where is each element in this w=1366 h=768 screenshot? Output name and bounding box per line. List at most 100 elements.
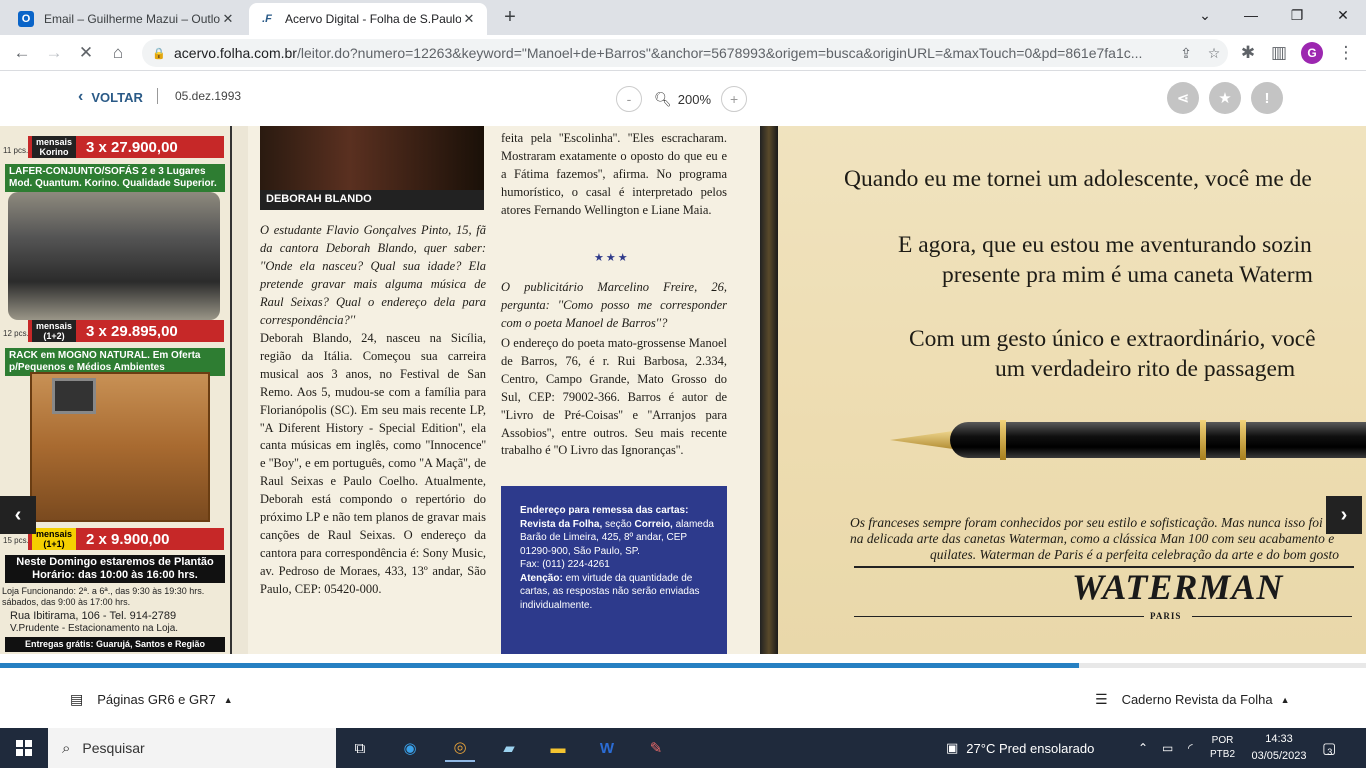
- word-icon[interactable]: W: [592, 734, 622, 762]
- favorite-star-icon[interactable]: ★: [1209, 82, 1241, 114]
- keyboard-code: PTB2: [1210, 749, 1236, 760]
- answer-text: O endereço do poeta mato-grossense Manoe…: [501, 336, 727, 458]
- zoom-level: 200%: [677, 91, 712, 107]
- windows-logo-icon: [16, 740, 32, 756]
- section-divider-stars: ★★★: [594, 252, 630, 264]
- store-address: Rua Ibitirama, 106 - Tel. 914-2789: [10, 610, 177, 622]
- edition-date: 05.dez.1993: [175, 89, 242, 103]
- browser-toolbar: ← → ✕ ⌂ 🔒 acervo.folha.com.br/leitor.do?…: [0, 35, 1366, 71]
- installments-tag: mensais (1+2): [32, 320, 76, 342]
- delivery-notice: Entregas grátis: Guarujá, Santos e Regiã…: [5, 637, 225, 652]
- ad-rule: [854, 616, 1144, 617]
- url-text[interactable]: acervo.folha.com.br/leitor.do?numero=122…: [174, 45, 1172, 61]
- ad-line: E agora, que eu estou me aventurando soz…: [898, 232, 1312, 258]
- box-text: Atenção:: [520, 572, 563, 584]
- tab-title: Email – Guilherme Mazui – Outlo: [44, 12, 220, 26]
- share-icon[interactable]: ⇪: [1172, 45, 1200, 62]
- next-page-button[interactable]: ›: [1326, 496, 1362, 534]
- minimize-button[interactable]: —: [1228, 0, 1274, 30]
- sunday-notice: Neste Domingo estaremos de Plantão Horár…: [5, 555, 225, 583]
- notifications-button[interactable]: ▢ 3: [1322, 728, 1336, 768]
- page-gutter: [760, 126, 778, 654]
- pages-dropdown[interactable]: ▤ Páginas GR6 e GR7 ▲: [70, 691, 233, 708]
- bookmark-star-icon[interactable]: ☆: [1200, 45, 1228, 62]
- start-button[interactable]: [0, 728, 48, 768]
- search-icon: ⌕: [62, 739, 71, 757]
- newspaper-viewer[interactable]: 11 pcs. mensais Korino 3 x 27.900,00 LAF…: [0, 126, 1366, 654]
- zoom-controls: - 🔍︎ 200% +: [616, 86, 748, 112]
- article-continuation: feita pela ''Escolinha''. ''Eles escrach…: [501, 131, 727, 217]
- waterman-logo: WATERMAN: [1072, 567, 1284, 607]
- reader-question: O publicitário Marcelino Freire, 26, per…: [501, 280, 727, 330]
- tab-acervo[interactable]: .F Acervo Digital - Folha de S.Paulo ✕: [249, 3, 487, 35]
- tab-outlook[interactable]: O Email – Guilherme Mazui – Outlo ✕: [8, 3, 246, 35]
- system-clock[interactable]: 14:33 03/05/2023: [1248, 731, 1310, 765]
- paint-icon[interactable]: ✎: [641, 734, 671, 762]
- pieces-label: 11 pcs.: [3, 146, 29, 155]
- side-panel-icon[interactable]: ▥: [1265, 39, 1293, 67]
- pen-body: [950, 422, 1366, 458]
- furniture-ad: 11 pcs. mensais Korino 3 x 27.900,00 LAF…: [0, 126, 232, 654]
- close-tab-icon[interactable]: ✕: [220, 11, 236, 27]
- zoom-in-button[interactable]: +: [721, 86, 748, 112]
- url-path: /leitor.do?numero=12263&keyword="Manoel+…: [296, 45, 1143, 61]
- zoom-out-button[interactable]: -: [616, 86, 642, 112]
- viewer-toolbar: ‹ VOLTAR 05.dez.1993 - 🔍︎ 200% + ⋖ ★ !: [0, 71, 1366, 126]
- ad-line: Quando eu me tornei um adolescente, você…: [844, 166, 1312, 192]
- close-window-button[interactable]: ✕: [1320, 0, 1366, 30]
- close-tab-icon[interactable]: ✕: [461, 11, 477, 27]
- price-band: mensais (1+1) 2 x 9.900,00: [28, 528, 224, 550]
- ad-line: Com um gesto único e extraordinário, voc…: [909, 326, 1316, 352]
- ad-rule: [1192, 616, 1352, 617]
- correio-article: DEBORAH BLANDO O estudante Flavio Gonçal…: [248, 126, 760, 654]
- back-icon[interactable]: ←: [8, 39, 36, 67]
- back-label: VOLTAR: [91, 89, 143, 105]
- tv-image: [52, 378, 96, 414]
- profile-avatar[interactable]: G: [1301, 42, 1323, 64]
- box-text: Fax: (011) 224-4261: [520, 559, 610, 570]
- forward-icon[interactable]: →: [40, 39, 68, 67]
- section-dropdown[interactable]: ☰ Caderno Revista da Folha ▲: [1095, 691, 1290, 708]
- task-view-icon[interactable]: ⧉: [345, 734, 375, 762]
- back-link[interactable]: ‹ VOLTAR: [78, 88, 143, 106]
- tab-strip: O Email – Guilherme Mazui – Outlo ✕ .F A…: [0, 0, 1366, 35]
- language-indicator[interactable]: POR PTB2: [1210, 728, 1235, 768]
- chrome-icon[interactable]: ◎: [445, 734, 475, 762]
- product-title: LAFER-CONJUNTO/SOFÁS 2 e 3 Lugares Mod. …: [5, 164, 225, 192]
- file-explorer-icon[interactable]: ▬: [543, 734, 573, 762]
- box-text: seção: [605, 518, 632, 530]
- pieces-label: 15 pcs.: [3, 536, 29, 545]
- pen-band: [1000, 420, 1006, 460]
- show-hidden-icons[interactable]: ⌃: [1138, 728, 1148, 768]
- home-icon[interactable]: ⌂: [104, 39, 132, 67]
- edge-icon[interactable]: ◉: [395, 734, 425, 762]
- address-bar[interactable]: 🔒 acervo.folha.com.br/leitor.do?numero=1…: [142, 39, 1228, 67]
- notepad-icon[interactable]: ▰: [494, 734, 524, 762]
- answer-text: Deborah Blando, 24, nasceu na Sicília, r…: [260, 331, 486, 596]
- previous-page-button[interactable]: ‹: [0, 496, 36, 534]
- weather-widget[interactable]: ▣ 27°C Pred ensolarado: [946, 728, 1094, 768]
- price-band: mensais (1+2) 3 x 29.895,00: [28, 320, 224, 342]
- waterman-ad: Quando eu me tornei um adolescente, você…: [778, 126, 1366, 654]
- price: 3 x 27.900,00: [86, 138, 178, 156]
- taskbar-search[interactable]: ⌕ Pesquisar: [48, 728, 336, 768]
- caret-up-icon: ▲: [1280, 694, 1290, 705]
- restore-button[interactable]: ❐: [1274, 0, 1320, 30]
- installments-tag: mensais Korino: [32, 136, 76, 158]
- stop-loading-icon[interactable]: ✕: [72, 39, 100, 67]
- photo-caption: DEBORAH BLANDO: [260, 190, 484, 210]
- share-icon[interactable]: ⋖: [1167, 82, 1199, 114]
- folha-icon: .F: [262, 13, 272, 25]
- battery-icon[interactable]: ▭: [1162, 728, 1173, 768]
- extensions-icon[interactable]: ✱: [1234, 39, 1262, 67]
- lang-code: POR: [1211, 735, 1234, 746]
- tab-search-icon[interactable]: ⌄: [1182, 0, 1228, 30]
- chevron-left-icon: ‹: [78, 88, 84, 105]
- list-icon: ☰: [1095, 691, 1108, 707]
- network-icon[interactable]: ◜: [1188, 728, 1193, 768]
- pen-band: [1240, 420, 1246, 460]
- notification-count: 3: [1327, 747, 1333, 757]
- new-tab-button[interactable]: +: [498, 6, 522, 30]
- menu-icon[interactable]: ⋮: [1332, 39, 1360, 67]
- report-warning-icon[interactable]: !: [1251, 82, 1283, 114]
